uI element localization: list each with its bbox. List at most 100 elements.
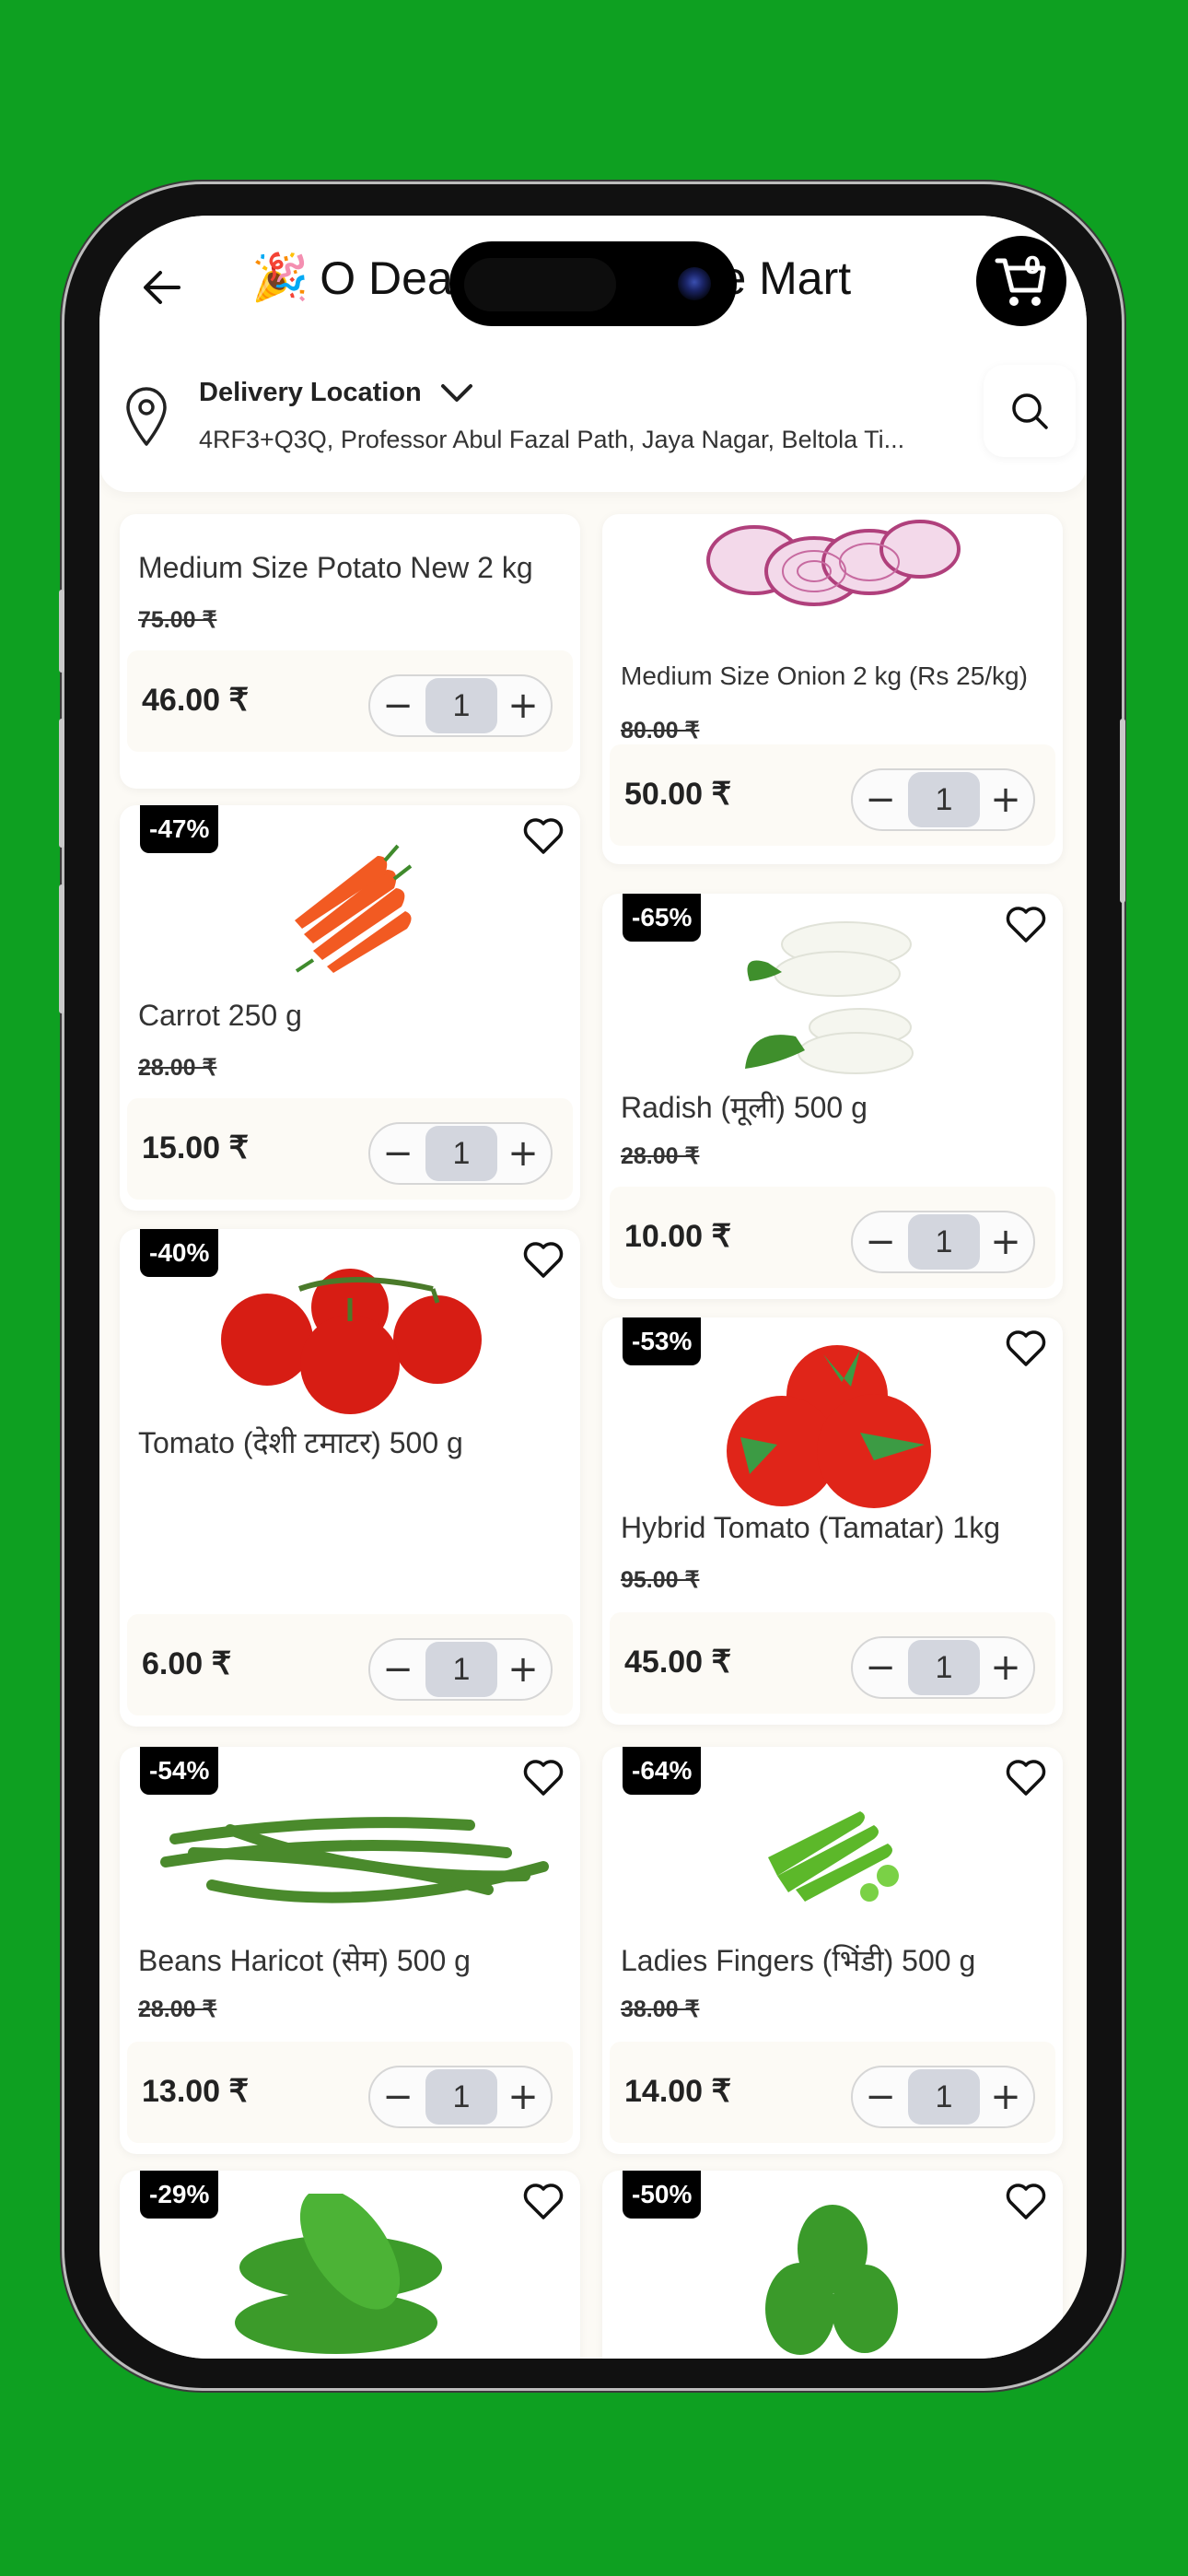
decrease-quantity-button[interactable]: −: [370, 1124, 425, 1183]
discount-badge: -40%: [140, 1229, 219, 1277]
decrease-quantity-button[interactable]: −: [370, 2067, 425, 2126]
product-price: 15.00 ₹: [142, 1130, 250, 1165]
product-footer: 6.00 ₹ − 1 +: [127, 1614, 573, 1715]
quantity-value[interactable]: 1: [908, 2069, 980, 2125]
delivery-location-selector[interactable]: Delivery Location: [199, 378, 473, 408]
increase-quantity-button[interactable]: +: [495, 676, 551, 735]
product-card[interactable]: -47% Carrot 250 g 28.00 ₹ 15.00 ₹ − 1 +: [120, 805, 580, 1211]
wishlist-button[interactable]: [519, 1754, 567, 1802]
product-card[interactable]: Medium Size Potato New 2 kg 75.00 ₹ 46.00…: [120, 514, 580, 789]
product-card[interactable]: -64% Ladies Fingers (भिंडी) 500 g 38.00 ₹ …: [602, 1747, 1063, 2154]
quantity-stepper: − 1 +: [368, 1638, 553, 1701]
front-camera: [678, 267, 711, 300]
heart-icon: [1006, 907, 1046, 943]
product-name[interactable]: Tomato (देशी टमाटर) 500 g: [138, 1423, 463, 1462]
cart-button[interactable]: 0: [976, 236, 1066, 326]
quantity-stepper: − 1 +: [368, 674, 553, 737]
discount-badge: -29%: [140, 2171, 219, 2219]
product-price: 13.00 ₹: [142, 2074, 250, 2109]
increase-quantity-button[interactable]: +: [495, 1124, 551, 1183]
increase-quantity-button[interactable]: +: [978, 770, 1033, 829]
heart-icon: [523, 818, 564, 854]
increase-quantity-button[interactable]: +: [495, 2067, 551, 2126]
quantity-value[interactable]: 1: [908, 772, 980, 827]
discount-badge: -47%: [140, 805, 219, 853]
product-card[interactable]: -54% Beans Haricot (सेम) 500 g 28.00 ₹ 13.…: [120, 1747, 580, 2154]
decrease-quantity-button[interactable]: −: [853, 2067, 908, 2126]
product-mrp: 28.00 ₹: [621, 1143, 700, 1169]
product-card[interactable]: Medium Size Onion 2 kg (Rs 25/kg) 80.00 ₹…: [602, 514, 1063, 864]
discount-badge: -53%: [623, 1317, 702, 1365]
product-name[interactable]: Beans Haricot (सेम) 500 g: [138, 1940, 471, 1980]
product-name[interactable]: Medium Size Onion 2 kg (Rs 25/kg): [621, 662, 1028, 691]
wishlist-button[interactable]: [519, 2178, 567, 2226]
product-mrp: 28.00 ₹: [138, 1996, 217, 2022]
product-name[interactable]: Radish (मूली) 500 g: [621, 1087, 868, 1127]
wishlist-button[interactable]: [1002, 2178, 1050, 2226]
decrease-quantity-button[interactable]: −: [370, 676, 425, 735]
product-card[interactable]: -65% Radish (मूली) 500 g 28.00 ₹ 10.00 ₹ −…: [602, 894, 1063, 1299]
product-footer: 46.00 ₹ − 1 +: [127, 650, 573, 752]
heart-icon: [1006, 2184, 1046, 2219]
wishlist-button[interactable]: [1002, 1754, 1050, 1802]
search-button[interactable]: [984, 365, 1076, 457]
quantity-value[interactable]: 1: [908, 1214, 980, 1270]
increase-quantity-button[interactable]: +: [978, 1212, 1033, 1271]
product-name[interactable]: Carrot 250 g: [138, 999, 302, 1033]
delivery-location-label: Delivery Location: [199, 378, 422, 407]
wishlist-button[interactable]: [519, 813, 567, 861]
wishlist-button[interactable]: [1002, 901, 1050, 949]
dynamic-island: [449, 241, 737, 326]
cart-count-badge: 0: [1024, 252, 1042, 280]
product-price: 14.00 ₹: [624, 2074, 732, 2109]
decrease-quantity-button[interactable]: −: [370, 1640, 425, 1699]
product-name[interactable]: Hybrid Tomato (Tamatar) 1kg: [621, 1511, 1000, 1545]
increase-quantity-button[interactable]: +: [495, 1640, 551, 1699]
quantity-value[interactable]: 1: [908, 1640, 980, 1695]
product-card[interactable]: -40%Tomato (देशी टमाटर) 500 g10.00 ₹ 6.0…: [120, 1229, 580, 1727]
increase-quantity-button[interactable]: +: [978, 2067, 1033, 2126]
decrease-quantity-button[interactable]: −: [853, 1638, 908, 1697]
heart-icon: [523, 1760, 564, 1796]
product-footer: 45.00 ₹ − 1 +: [610, 1612, 1055, 1714]
phone-screen: 🎉 O Dear e Mart 0 Delivery Location 4RF3…: [99, 216, 1087, 2359]
quantity-value[interactable]: 1: [425, 1642, 497, 1697]
quantity-value[interactable]: 1: [425, 2069, 497, 2125]
decrease-quantity-button[interactable]: −: [853, 1212, 908, 1271]
product-card[interactable]: -53% Hybrid Tomato (Tamatar) 1kg 95.00 ₹ 4…: [602, 1317, 1063, 1725]
product-price: 45.00 ₹: [624, 1645, 732, 1680]
product-footer: 14.00 ₹ − 1 +: [610, 2042, 1055, 2143]
product-mrp: 28.00 ₹: [138, 1055, 217, 1081]
product-name[interactable]: Ladies Fingers (भिंडी) 500 g: [621, 1940, 975, 1980]
decrease-quantity-button[interactable]: −: [853, 770, 908, 829]
product-card[interactable]: -29%Cucumber (खीरा) 500 g: [120, 2171, 580, 2359]
arrow-left-icon: [144, 271, 181, 304]
quantity-stepper: − 1 +: [851, 1211, 1035, 1273]
back-button[interactable]: [134, 260, 190, 315]
wishlist-button[interactable]: [519, 1236, 567, 1284]
product-mrp: 38.00 ₹: [621, 1996, 700, 2022]
discount-badge: -65%: [623, 894, 702, 942]
quantity-stepper: − 1 +: [851, 1636, 1035, 1699]
increase-quantity-button[interactable]: +: [978, 1638, 1033, 1697]
heart-icon: [523, 2184, 564, 2219]
chevron-down-icon: [440, 383, 472, 402]
product-price: 46.00 ₹: [142, 683, 250, 718]
discount-badge: -64%: [623, 1747, 702, 1795]
product-image[interactable]: [602, 514, 1063, 606]
search-icon: [1012, 393, 1048, 429]
phone-side-button: [59, 590, 64, 673]
product-name[interactable]: Medium Size Potato New 2 kg: [138, 551, 533, 585]
cart-icon: [995, 258, 1046, 306]
quantity-stepper: − 1 +: [851, 2066, 1035, 2128]
product-card[interactable]: -50%Capsicum (शिमला मिर्च) 250 g: [602, 2171, 1063, 2359]
product-footer: 13.00 ₹ − 1 +: [127, 2042, 573, 2143]
delivery-address: 4RF3+Q3Q, Professor Abul Fazal Path, Jay…: [199, 426, 905, 453]
quantity-value[interactable]: 1: [425, 678, 497, 733]
product-price: 10.00 ₹: [624, 1219, 732, 1254]
wishlist-button[interactable]: [1002, 1325, 1050, 1373]
quantity-stepper: − 1 +: [368, 2066, 553, 2128]
phone-side-button: [1120, 719, 1125, 903]
quantity-value[interactable]: 1: [425, 1126, 497, 1181]
product-mrp: 80.00 ₹: [621, 718, 700, 744]
